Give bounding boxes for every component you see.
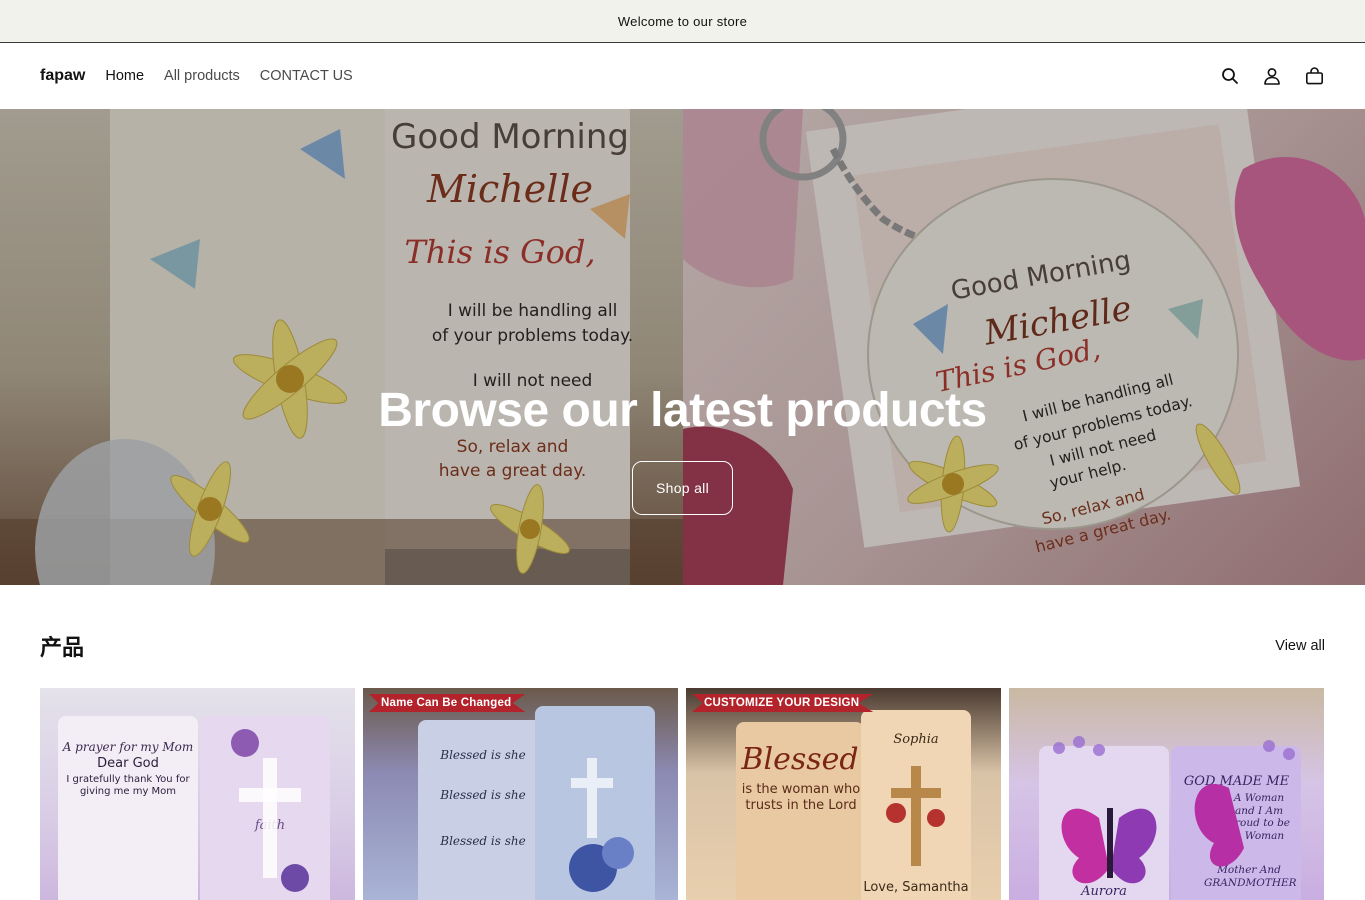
- card-text-a: A prayer for my Mom: [62, 740, 194, 754]
- product-card-2[interactable]: Name Can Be Changed Blessed is she Bless…: [363, 688, 678, 900]
- products-section-title: 产品: [40, 635, 85, 660]
- card-text-d: Love, Samantha: [863, 880, 969, 895]
- card-text-c: I gratefully thank You for giving me my …: [66, 774, 190, 797]
- product-grid: A prayer for my Mom Dear God I gratefull…: [40, 688, 1325, 900]
- card-text-b: Dear God: [97, 756, 159, 771]
- card-text-a: Blessed is she: [440, 748, 526, 762]
- header-icons: [1199, 65, 1325, 87]
- product-card-1[interactable]: A prayer for my Mom Dear God I gratefull…: [40, 688, 355, 900]
- view-all-link[interactable]: View all: [1275, 638, 1325, 654]
- store-logo[interactable]: fapaw: [40, 67, 85, 85]
- cross-icon: [231, 729, 309, 892]
- hero-content: Browse our latest products Shop all: [0, 383, 1365, 515]
- announcement-bar: Welcome to our store: [0, 0, 1365, 43]
- card-text-c: Sophia: [893, 732, 939, 747]
- nav-contact-us[interactable]: CONTACT US: [260, 68, 353, 84]
- butterfly-icon: [1053, 736, 1295, 884]
- hero-title: Browse our latest products: [378, 384, 987, 437]
- nav-home[interactable]: Home: [105, 68, 144, 84]
- cart-icon[interactable]: [1303, 65, 1325, 87]
- product-badge: CUSTOMIZE YOUR DESIGN: [692, 694, 874, 712]
- card-text-b: Blessed is she: [440, 788, 526, 802]
- product-card-3[interactable]: CUSTOMIZE YOUR DESIGN Blessed is the wom…: [686, 688, 1001, 900]
- announcement-text: Welcome to our store: [617, 13, 748, 29]
- site-header: fapaw Home All products CONTACT US: [0, 43, 1365, 109]
- main-nav: Home All products CONTACT US: [105, 68, 372, 84]
- card-text-b: is the woman who trusts in the Lord: [741, 782, 861, 813]
- shop-all-button[interactable]: Shop all: [632, 461, 733, 515]
- cross-icon: [569, 758, 634, 892]
- nav-all-products[interactable]: All products: [164, 68, 240, 84]
- hero-banner: Good Morning Michelle This is God, I wil…: [0, 109, 1365, 585]
- card-text-c: Blessed is she: [440, 834, 526, 848]
- card-text-a: Blessed: [741, 742, 859, 777]
- product-badge: Name Can Be Changed: [369, 694, 526, 712]
- product-card-4[interactable]: GOD MADE ME A Woman and I Am Proud to be…: [1009, 688, 1324, 900]
- search-icon[interactable]: [1219, 65, 1241, 87]
- cross-icon: [886, 766, 945, 866]
- account-icon[interactable]: [1261, 65, 1283, 87]
- products-section-header: 产品 View all: [40, 626, 1325, 666]
- product-image: [418, 720, 548, 900]
